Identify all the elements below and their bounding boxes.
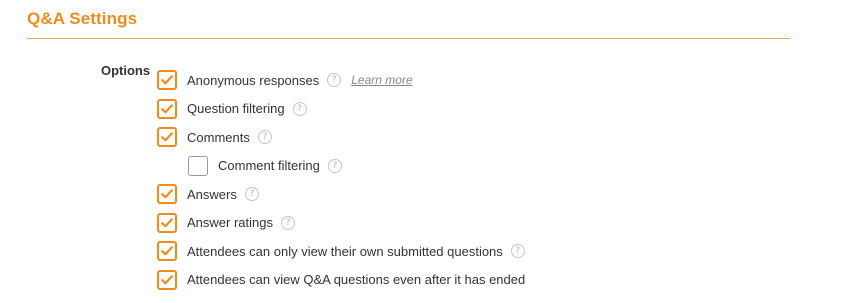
- checkmark-icon: [161, 246, 173, 256]
- checkmark-icon: [161, 189, 173, 199]
- view-after-ended-label: Attendees can view Q&A questions even af…: [187, 272, 526, 288]
- learn-more-link[interactable]: Learn more: [351, 73, 412, 87]
- option-comment-filtering: Comment filtering ?: [157, 152, 525, 181]
- checkmark-icon: [161, 218, 173, 228]
- option-answer-ratings: Answer ratings ?: [157, 209, 525, 238]
- section-title: Q&A Settings: [27, 9, 138, 28]
- option-anonymous-responses: Anonymous responses ? Learn more: [157, 66, 525, 95]
- comment-filtering-label: Comment filtering: [218, 158, 320, 174]
- question-filtering-label: Question filtering: [187, 101, 285, 117]
- checkmark-icon: [161, 132, 173, 142]
- options-list: Anonymous responses ? Learn more Questio…: [157, 66, 525, 294]
- help-icon[interactable]: ?: [327, 73, 342, 88]
- checkmark-icon: [161, 104, 173, 114]
- view-own-questions-label: Attendees can only view their own submit…: [187, 243, 503, 259]
- comment-filtering-checkbox[interactable]: [188, 155, 208, 176]
- option-answers: Answers ?: [157, 180, 525, 209]
- option-comments: Comments ?: [157, 123, 525, 152]
- help-icon[interactable]: ?: [510, 244, 525, 259]
- option-view-after-ended: Attendees can view Q&A questions even af…: [157, 266, 525, 295]
- anonymous-responses-label: Anonymous responses: [187, 72, 320, 88]
- answers-label: Answers: [187, 186, 237, 202]
- view-own-questions-checkbox[interactable]: [157, 241, 177, 262]
- anonymous-responses-checkbox[interactable]: [157, 70, 177, 91]
- answers-checkbox[interactable]: [157, 184, 177, 205]
- help-icon[interactable]: ?: [244, 187, 259, 202]
- help-icon[interactable]: ?: [327, 158, 342, 173]
- help-icon[interactable]: ?: [292, 101, 307, 116]
- comments-label: Comments: [187, 129, 250, 145]
- question-filtering-checkbox[interactable]: [157, 98, 177, 119]
- checkmark-icon: [161, 75, 173, 85]
- section-divider: [27, 38, 790, 39]
- answer-ratings-label: Answer ratings: [187, 215, 273, 231]
- checkmark-icon: [161, 275, 173, 285]
- option-question-filtering: Question filtering ?: [157, 95, 525, 124]
- view-after-ended-checkbox[interactable]: [157, 269, 177, 290]
- help-icon[interactable]: ?: [280, 215, 295, 230]
- options-label: Options: [101, 63, 151, 78]
- answer-ratings-checkbox[interactable]: [157, 212, 177, 233]
- help-icon[interactable]: ?: [257, 130, 272, 145]
- option-view-own-questions: Attendees can only view their own submit…: [157, 237, 525, 266]
- comments-checkbox[interactable]: [157, 127, 177, 148]
